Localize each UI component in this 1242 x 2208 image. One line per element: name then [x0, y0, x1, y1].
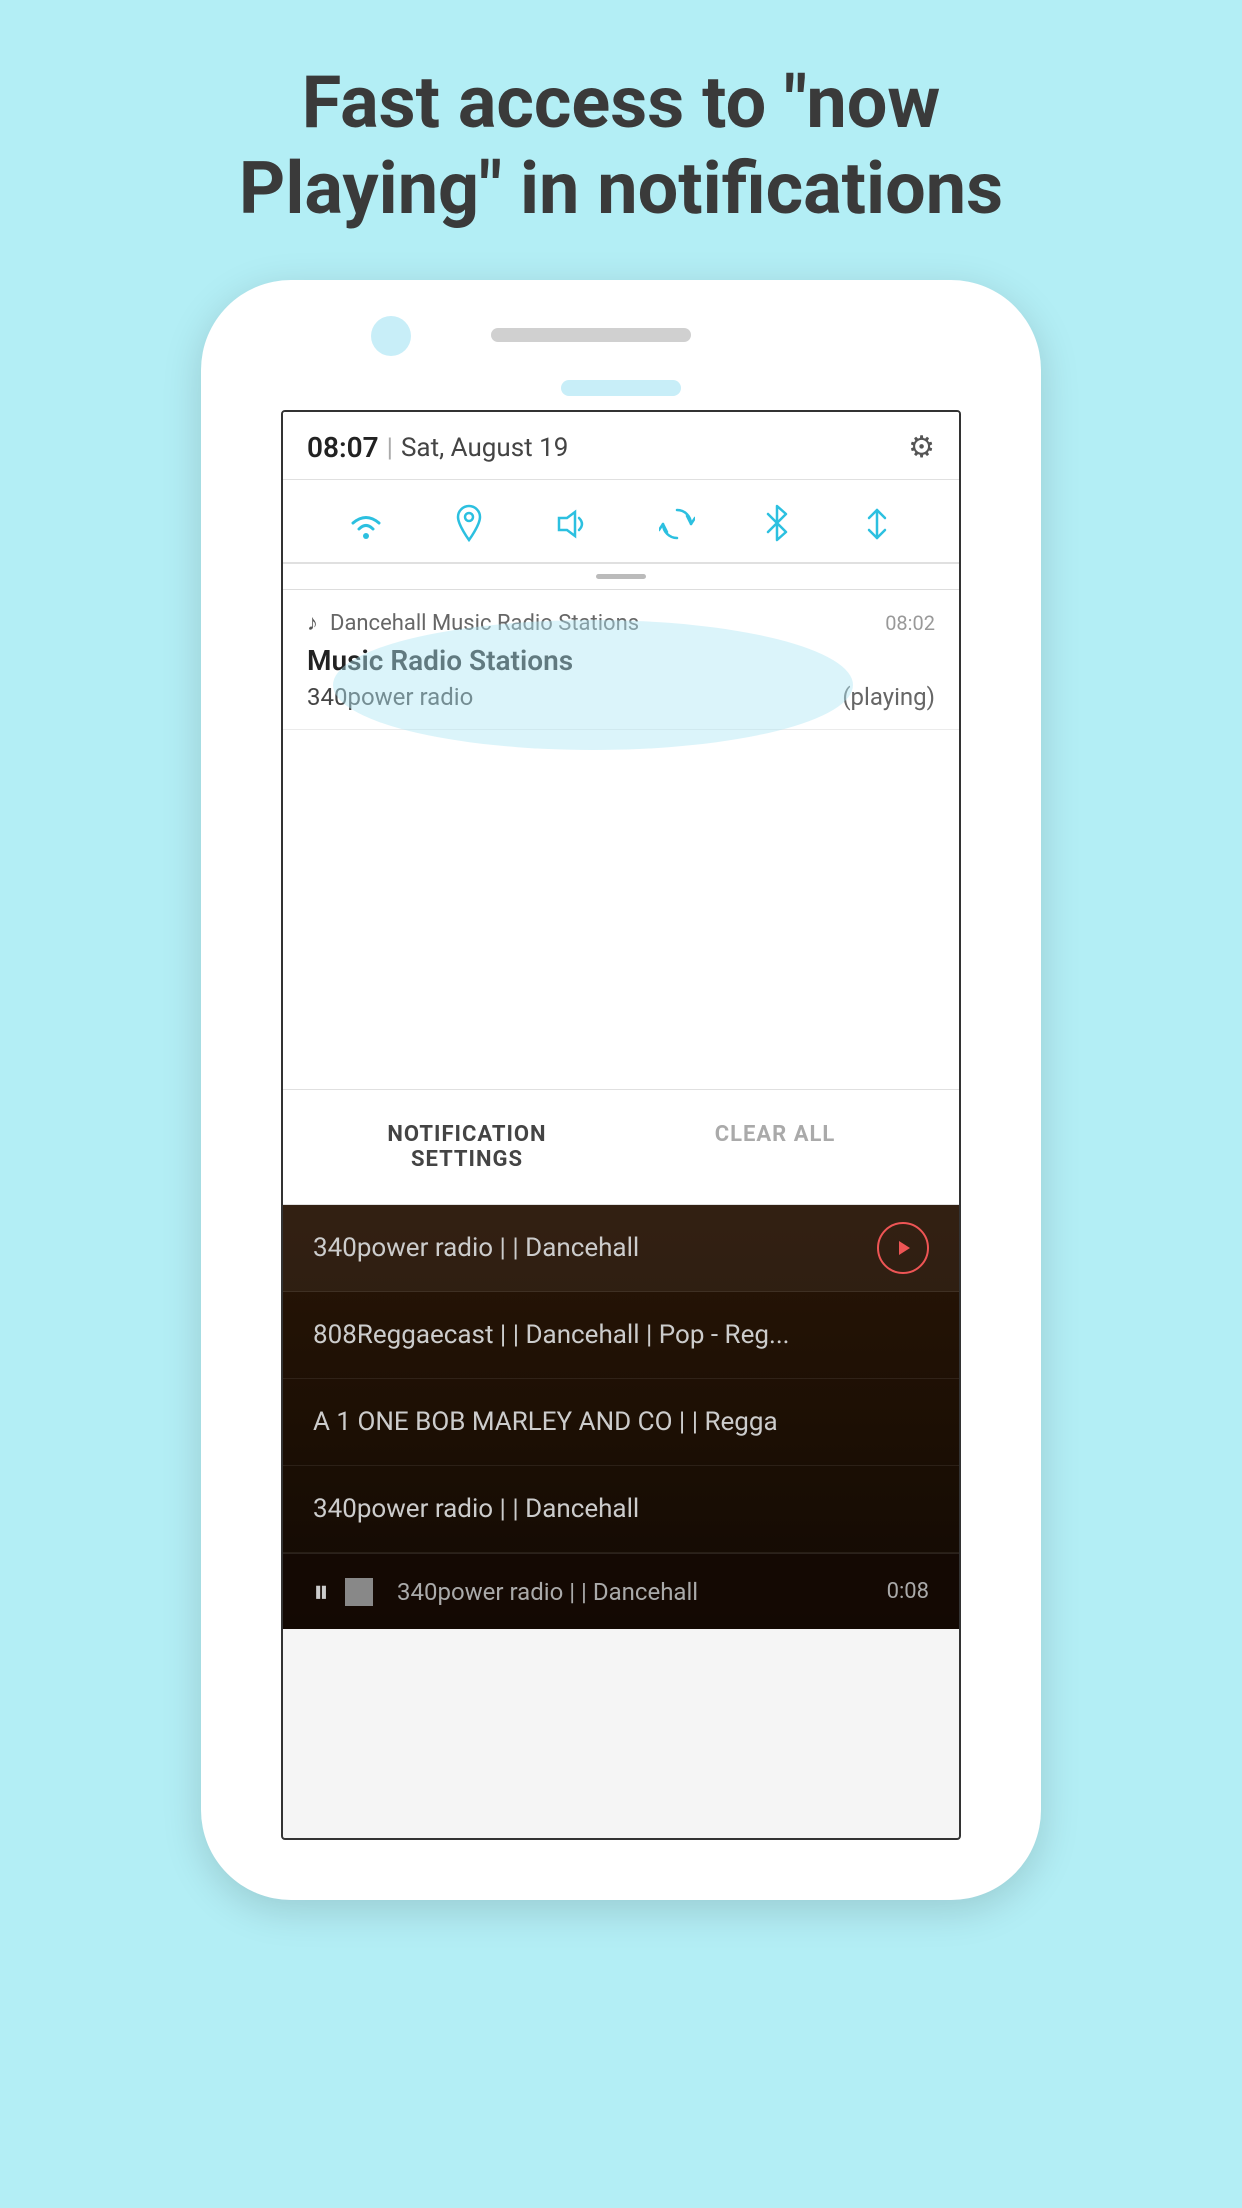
- phone-screen: 08:07 | Sat, August 19 ⚙: [281, 410, 961, 1840]
- status-separator: |: [387, 433, 393, 463]
- volume-icon[interactable]: [553, 500, 591, 542]
- notification-station: 340power radio: [307, 683, 473, 711]
- empty-notification-area: [283, 730, 959, 1090]
- playback-bar: ⏸ 340power radio | | Dancehall 0:08: [283, 1553, 959, 1629]
- data-transfer-icon[interactable]: [859, 500, 895, 542]
- notification-actions-bar: NOTIFICATION SETTINGS CLEAR ALL: [283, 1090, 959, 1205]
- wifi-icon[interactable]: [347, 500, 385, 542]
- quick-settings-row: [283, 480, 959, 564]
- notification-subtitle: 340power radio (playing): [307, 683, 935, 711]
- station-row-0[interactable]: 340power radio | | Dancehall: [283, 1205, 959, 1292]
- station-row-3[interactable]: 340power radio | | Dancehall: [283, 1466, 959, 1553]
- drag-handle: [596, 574, 646, 579]
- headline-line1: Fast access to "now: [302, 60, 940, 145]
- notification-title: Music Radio Stations: [307, 644, 935, 677]
- status-date: Sat, August 19: [401, 433, 568, 463]
- notification-time: 08:02: [885, 611, 935, 635]
- phone-home-indicator: [561, 380, 681, 396]
- phone-speaker: [491, 328, 691, 342]
- station-name-3: 340power radio | | Dancehall: [313, 1494, 639, 1524]
- music-icon: ♪: [307, 610, 318, 636]
- station-name-1: 808Reggaecast | | Dancehall | Pop - Reg.…: [313, 1320, 790, 1350]
- notification-settings-button[interactable]: NOTIFICATION SETTINGS: [313, 1112, 621, 1182]
- station-row-2[interactable]: A 1 ONE BOB MARLEY AND CO | | Regga: [283, 1379, 959, 1466]
- notification-playing-status: (playing): [842, 683, 935, 711]
- headline-line2: Playing" in notifications: [239, 146, 1003, 231]
- app-content: 340power radio | | Dancehall 808Reggaeca…: [283, 1205, 959, 1629]
- station-name-0: 340power radio | | Dancehall: [313, 1233, 639, 1263]
- clear-all-button[interactable]: CLEAR ALL: [621, 1112, 929, 1182]
- station-row-1[interactable]: 808Reggaecast | | Dancehall | Pop - Reg.…: [283, 1292, 959, 1379]
- notification-panel: ♪ Dancehall Music Radio Stations 08:02 M…: [283, 590, 959, 730]
- pause-icon[interactable]: ⏸: [313, 1572, 329, 1611]
- status-bar: 08:07 | Sat, August 19 ⚙: [283, 412, 959, 480]
- phone-camera: [371, 316, 411, 356]
- bluetooth-icon[interactable]: [764, 500, 790, 542]
- notification-header: ♪ Dancehall Music Radio Stations 08:02: [307, 610, 935, 636]
- notification-item[interactable]: ♪ Dancehall Music Radio Stations 08:02 M…: [283, 590, 959, 730]
- gear-icon[interactable]: ⚙: [908, 430, 935, 465]
- phone-frame: 08:07 | Sat, August 19 ⚙: [201, 280, 1041, 1900]
- status-time: 08:07: [307, 431, 379, 464]
- playback-station: 340power radio | | Dancehall: [397, 1578, 887, 1606]
- station-name-2: A 1 ONE BOB MARLEY AND CO | | Regga: [313, 1407, 778, 1437]
- location-icon[interactable]: [454, 500, 484, 542]
- notification-app-name: Dancehall Music Radio Stations: [330, 611, 885, 636]
- playback-time: 0:08: [887, 1579, 929, 1604]
- play-button-0[interactable]: [877, 1222, 929, 1274]
- headline: Fast access to "now Playing" in notifica…: [0, 0, 1242, 273]
- stop-button[interactable]: [345, 1578, 373, 1606]
- sync-icon[interactable]: [659, 500, 695, 542]
